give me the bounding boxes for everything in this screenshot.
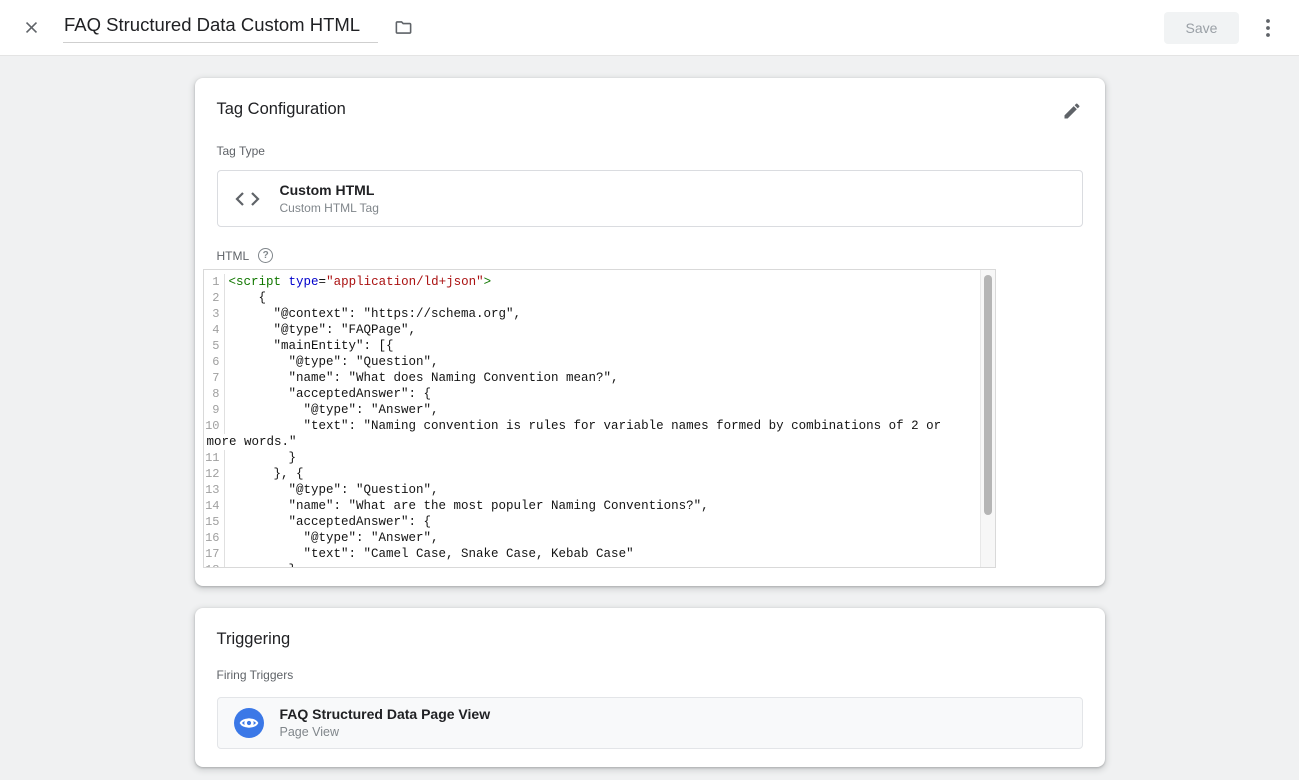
trigger-row[interactable]: FAQ Structured Data Page View Page View: [217, 697, 1083, 749]
page-view-eye-icon: [234, 708, 280, 738]
save-button[interactable]: Save: [1164, 12, 1239, 44]
html-code-editor[interactable]: 1<script type="application/ld+json">2 {3…: [203, 269, 996, 568]
html-field-label: HTML: [217, 249, 250, 263]
folder-icon[interactable]: [390, 15, 416, 41]
triggering-title: Triggering: [217, 628, 291, 650]
trigger-name: FAQ Structured Data Page View: [280, 706, 491, 723]
topbar: FAQ Structured Data Custom HTML Save: [0, 0, 1299, 56]
close-icon[interactable]: [17, 14, 45, 42]
help-icon[interactable]: ?: [258, 248, 273, 263]
code-brackets-icon: [234, 191, 280, 207]
tag-type-name: Custom HTML: [280, 182, 379, 199]
kebab-menu-icon[interactable]: [1253, 13, 1283, 43]
editor-scrollbar-thumb[interactable]: [984, 275, 992, 515]
editor-scrollbar-track[interactable]: [980, 270, 995, 567]
tag-type-row[interactable]: Custom HTML Custom HTML Tag: [217, 170, 1083, 227]
code-lines: 1<script type="application/ld+json">2 {3…: [204, 274, 995, 568]
tag-configuration-title: Tag Configuration: [217, 98, 346, 120]
trigger-type: Page View: [280, 725, 491, 740]
page-content: Tag Configuration Tag Type Custom HTML C…: [0, 56, 1299, 767]
tag-type-label: Tag Type: [217, 144, 1083, 158]
triggering-card: Triggering Firing Triggers FAQ Structure…: [195, 608, 1105, 767]
pencil-icon[interactable]: [1061, 100, 1083, 122]
tag-type-description: Custom HTML Tag: [280, 201, 379, 216]
firing-triggers-label: Firing Triggers: [217, 668, 1083, 682]
tag-configuration-card: Tag Configuration Tag Type Custom HTML C…: [195, 78, 1105, 586]
tag-name-input[interactable]: FAQ Structured Data Custom HTML: [63, 12, 378, 43]
